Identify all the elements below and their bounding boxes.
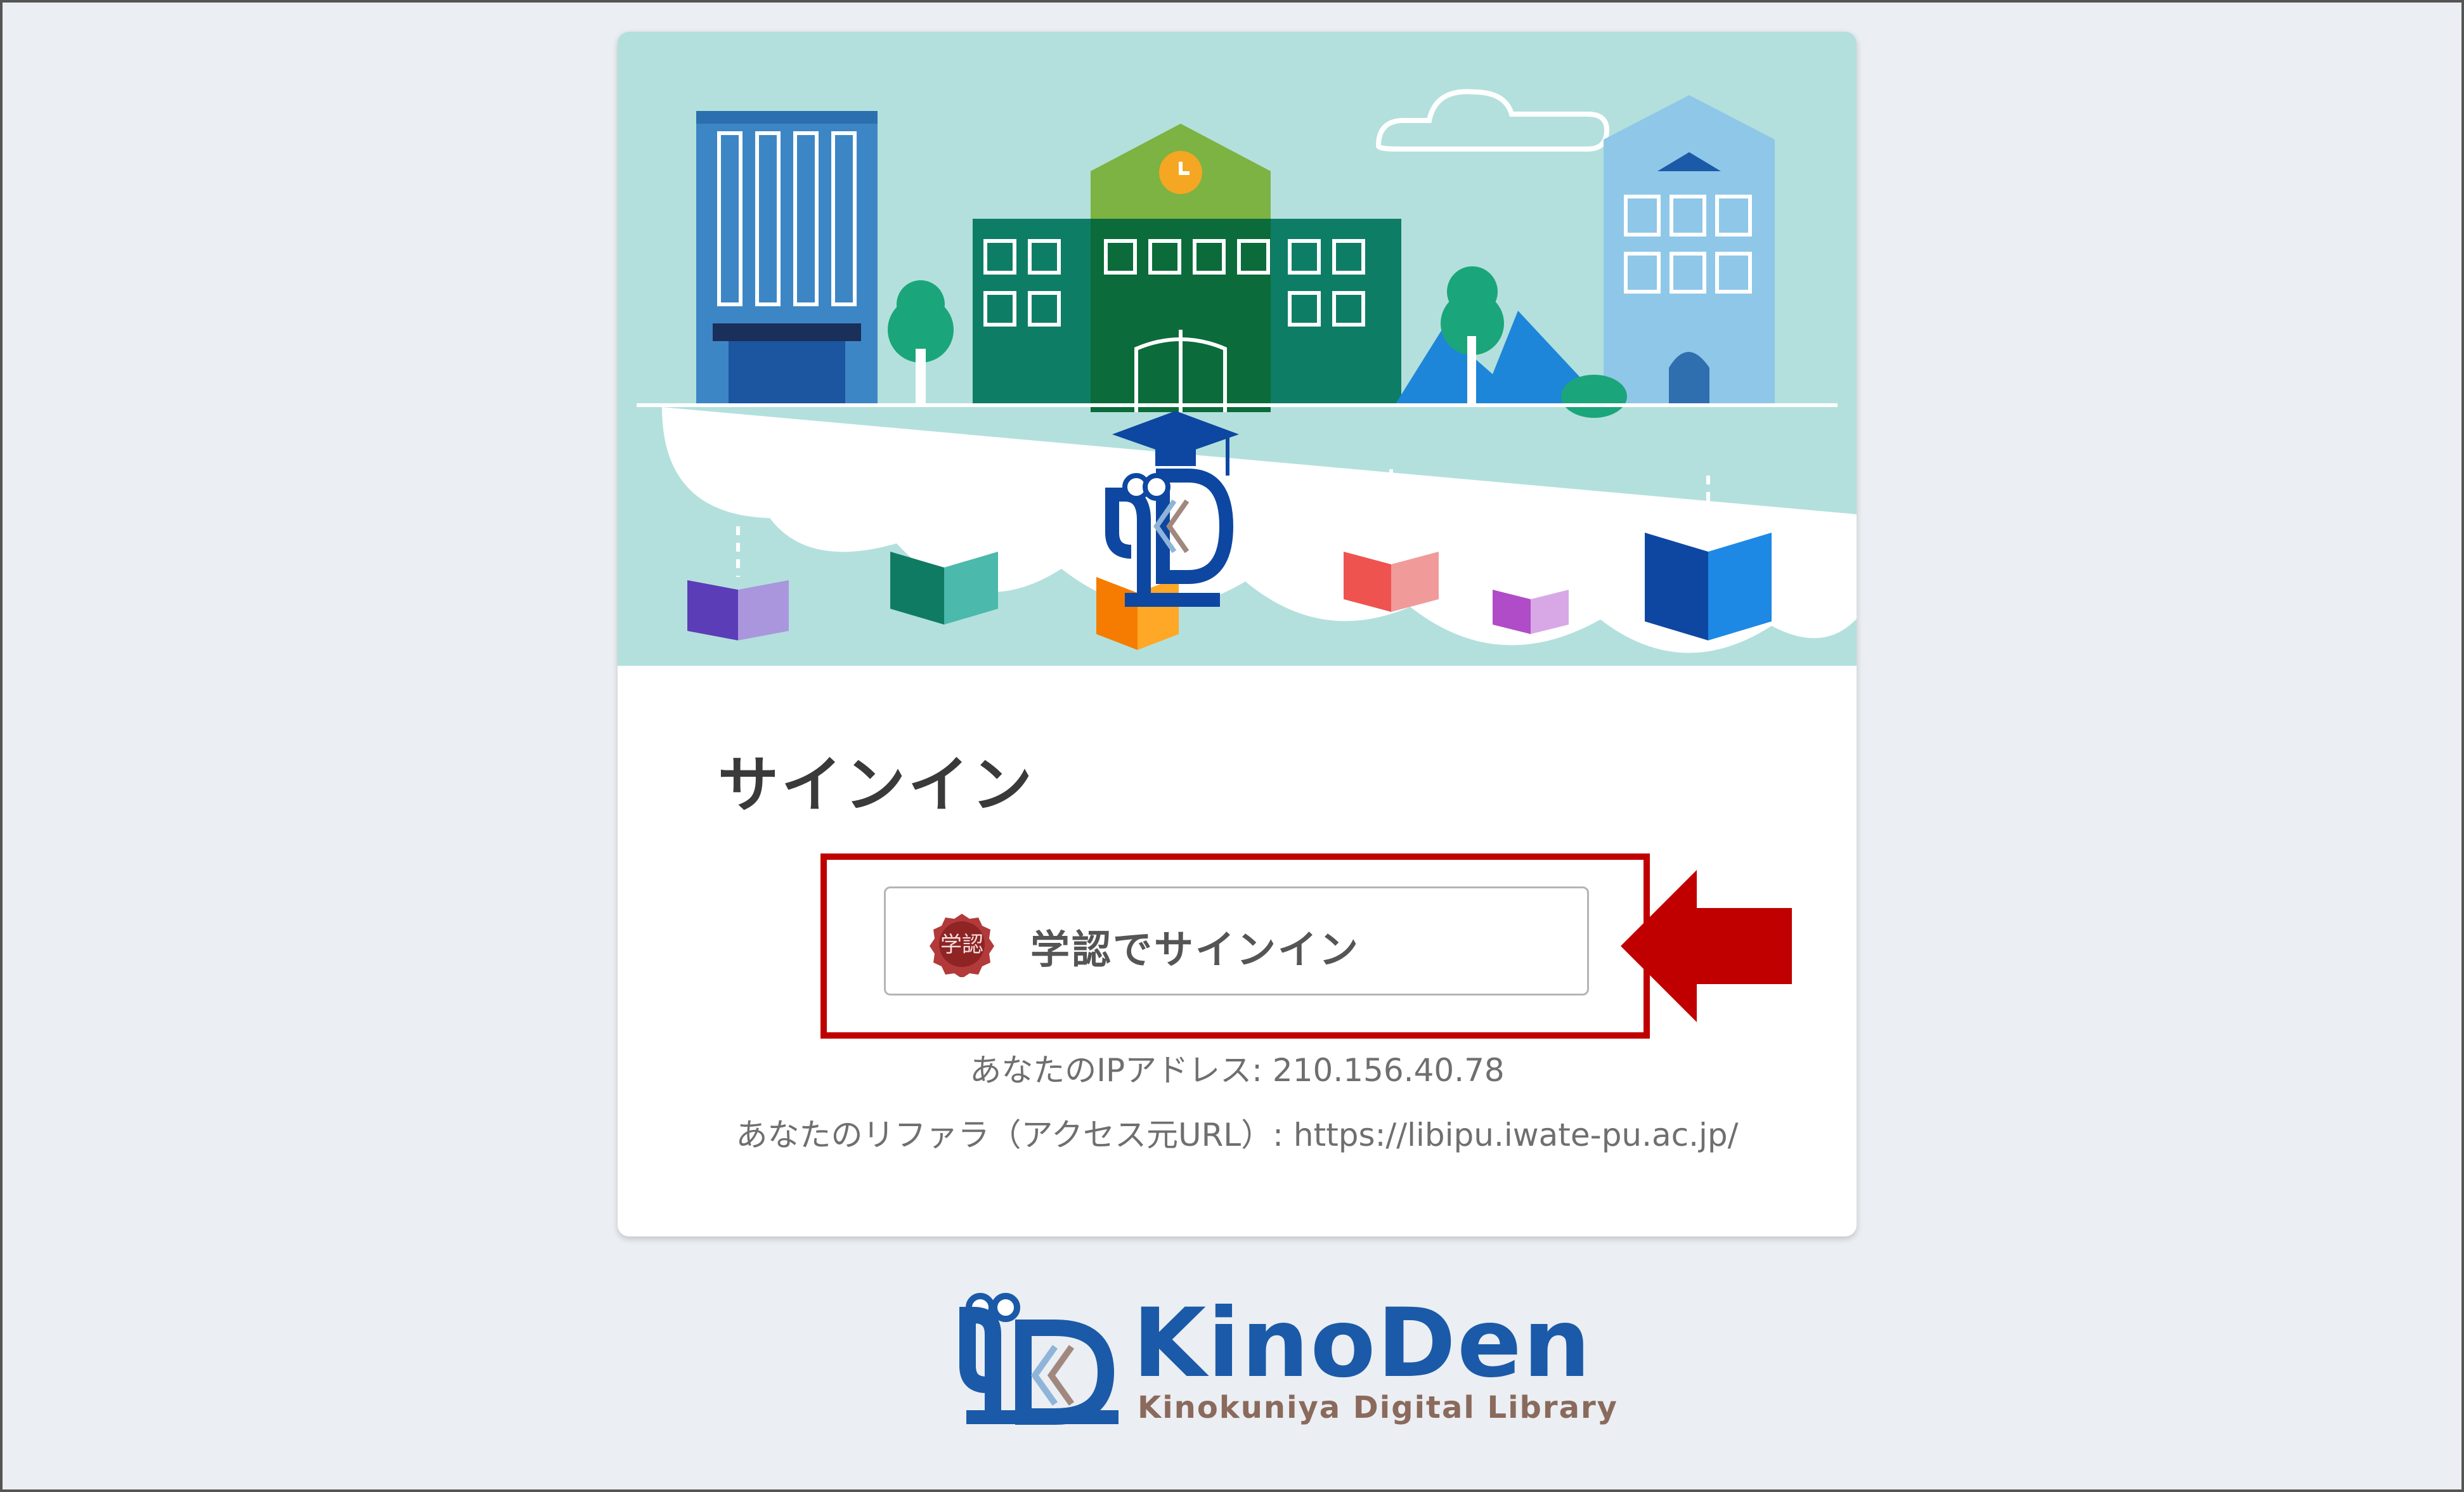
hero-illustration — [618, 32, 1857, 666]
arrow-left-icon — [1621, 870, 1792, 1022]
signin-card: サインイン 学認 学認でサインイン あなたのIPアドレス: 210.156.40… — [618, 32, 1857, 1236]
brand-subtitle: Kinokuniya Digital Library — [1138, 1390, 1618, 1425]
brand-name: KinoDen — [1132, 1288, 1592, 1399]
ip-address-text: あなたのIPアドレス: 210.156.40.78 — [969, 1052, 1505, 1089]
referrer-text: あなたのリファラ（アクセス元URL）: https://libipu.iwate… — [736, 1117, 1739, 1153]
page-background: サインイン 学認 学認でサインイン あなたのIPアドレス: 210.156.40… — [0, 0, 2464, 1492]
highlight-box — [820, 853, 1650, 1039]
page-title: サインイン — [718, 749, 1035, 821]
